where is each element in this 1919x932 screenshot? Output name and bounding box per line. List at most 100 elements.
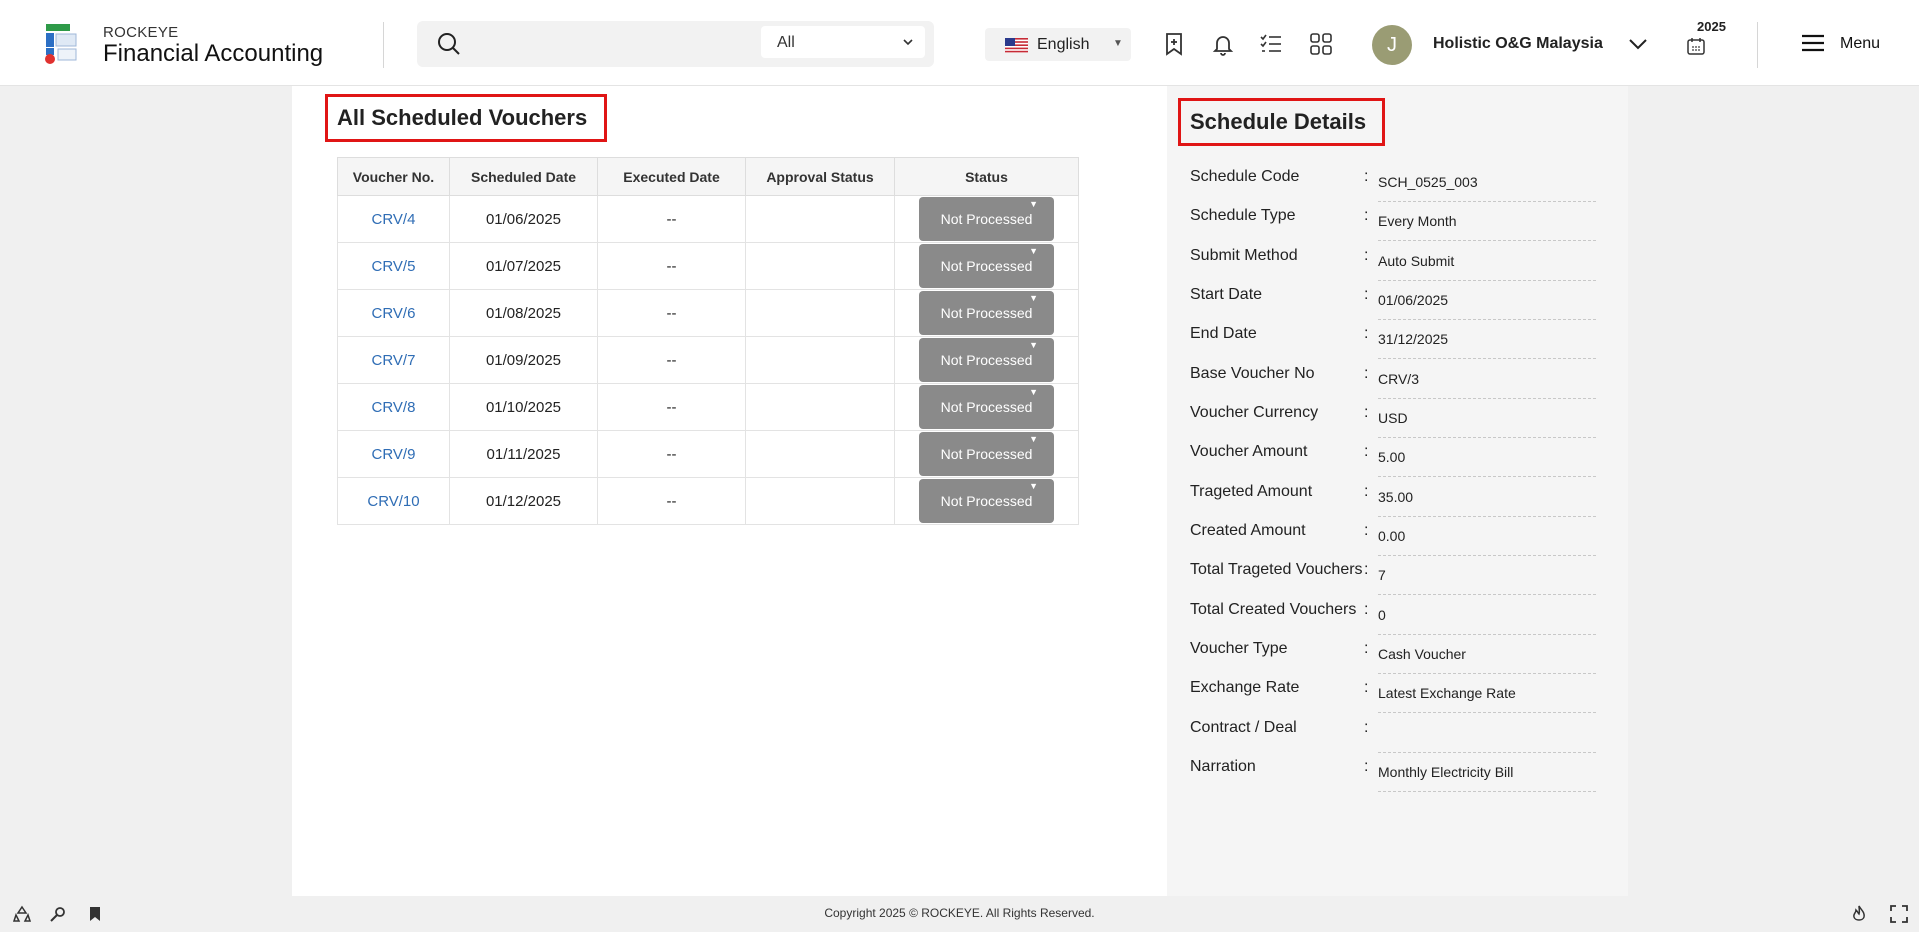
detail-value: CRV/3: [1378, 371, 1596, 399]
detail-label: Contract / Deal: [1190, 719, 1297, 736]
detail-label: Total Created Vouchers: [1190, 601, 1357, 618]
search-filter-value: All: [777, 34, 795, 51]
vouchers-table: Voucher No. Scheduled Date Executed Date…: [337, 157, 1079, 525]
status-label: Not Processed: [940, 446, 1033, 462]
table-header-row: Voucher No. Scheduled Date Executed Date…: [337, 157, 1079, 196]
detail-label: Exchange Rate: [1190, 679, 1300, 696]
schedule-details-title: Schedule Details: [1178, 98, 1385, 146]
detail-value: USD: [1378, 410, 1596, 438]
executed-date: --: [597, 383, 746, 431]
voucher-link[interactable]: CRV/9: [372, 446, 416, 463]
detail-colon: :: [1364, 719, 1369, 736]
approval-status: [745, 336, 895, 384]
search-input[interactable]: [477, 29, 747, 59]
column-header: Scheduled Date: [449, 157, 598, 196]
voucher-link[interactable]: CRV/10: [367, 493, 419, 510]
executed-date: --: [597, 289, 746, 337]
apps-grid-icon[interactable]: [1308, 31, 1334, 57]
scheduled-date: 01/11/2025: [449, 430, 598, 478]
detail-colon: :: [1364, 483, 1369, 500]
approval-status: [745, 383, 895, 431]
hamburger-menu-icon[interactable]: [1802, 34, 1824, 52]
bookmark-add-icon[interactable]: [1161, 31, 1187, 57]
status-dropdown[interactable]: Not Processed ▼: [919, 291, 1054, 335]
voucher-link[interactable]: CRV/6: [372, 305, 416, 322]
column-header: Voucher No.: [337, 157, 450, 196]
detail-colon: :: [1364, 325, 1369, 342]
detail-colon: :: [1364, 679, 1369, 696]
status-label: Not Processed: [940, 493, 1033, 509]
scheduled-date: 01/12/2025: [449, 477, 598, 525]
company-name[interactable]: Holistic O&G Malaysia: [1433, 35, 1603, 53]
voucher-link[interactable]: CRV/7: [372, 352, 416, 369]
detail-colon: :: [1364, 247, 1369, 264]
table-row: CRV/7 01/09/2025 -- Not Processed ▼: [337, 336, 1079, 384]
table-row: CRV/4 01/06/2025 -- Not Processed ▼: [337, 195, 1079, 243]
search-icon[interactable]: [437, 32, 461, 56]
detail-colon: :: [1364, 168, 1369, 185]
scheduled-date: 01/08/2025: [449, 289, 598, 337]
approval-status: [745, 242, 895, 290]
status-dropdown[interactable]: Not Processed ▼: [919, 432, 1054, 476]
status-dropdown[interactable]: Not Processed ▼: [919, 338, 1054, 382]
caret-down-icon: ▼: [1029, 246, 1038, 256]
caret-down-icon: ▼: [1029, 199, 1038, 209]
caret-down-icon: ▼: [1029, 293, 1038, 303]
detail-value: SCH_0525_003: [1378, 174, 1596, 202]
column-header: Approval Status: [745, 157, 895, 196]
menu-button[interactable]: Menu: [1840, 35, 1880, 53]
detail-row-created-amount: Created Amount: 0.00: [1190, 516, 1600, 556]
detail-value: Monthly Electricity Bill: [1378, 764, 1596, 792]
status-label: Not Processed: [940, 305, 1033, 321]
header-divider: [1757, 22, 1758, 68]
detail-row-exchange-rate: Exchange Rate: Latest Exchange Rate: [1190, 673, 1600, 713]
us-flag-icon: [1005, 38, 1028, 53]
language-selector[interactable]: English ▼: [985, 28, 1131, 61]
approval-status: [745, 195, 895, 243]
detail-label: Schedule Code: [1190, 168, 1300, 185]
detail-row-schedule-type: Schedule Type: Every Month: [1190, 201, 1600, 241]
calendar-icon[interactable]: [1686, 36, 1706, 56]
detail-label: Created Amount: [1190, 522, 1306, 539]
detail-label: Submit Method: [1190, 247, 1298, 264]
bell-icon[interactable]: [1210, 31, 1236, 57]
fiscal-year-label: 2025: [1697, 19, 1726, 34]
flame-icon[interactable]: [1850, 905, 1868, 923]
detail-colon: :: [1364, 601, 1369, 618]
status-dropdown[interactable]: Not Processed ▼: [919, 479, 1054, 523]
chevron-down-icon[interactable]: [1627, 36, 1649, 52]
detail-value: 7: [1378, 567, 1596, 595]
avatar[interactable]: J: [1372, 25, 1412, 65]
status-dropdown[interactable]: Not Processed ▼: [919, 244, 1054, 288]
status-label: Not Processed: [940, 352, 1033, 368]
executed-date: --: [597, 195, 746, 243]
caret-down-icon: ▼: [1029, 481, 1038, 491]
detail-value: 01/06/2025: [1378, 292, 1596, 320]
approval-status: [745, 477, 895, 525]
scheduled-date: 01/06/2025: [449, 195, 598, 243]
footer: Copyright 2025 © ROCKEYE. All Rights Res…: [0, 897, 1919, 932]
checklist-icon[interactable]: [1258, 31, 1284, 57]
detail-label: Trageted Amount: [1190, 483, 1313, 500]
scheduled-date: 01/09/2025: [449, 336, 598, 384]
chevron-down-icon: [903, 39, 913, 46]
rockeye-logo[interactable]: [44, 24, 82, 64]
detail-label: Total Trageted Vouchers: [1190, 561, 1363, 578]
executed-date: --: [597, 477, 746, 525]
header-divider: [383, 22, 384, 68]
status-dropdown[interactable]: Not Processed ▼: [919, 197, 1054, 241]
detail-colon: :: [1364, 207, 1369, 224]
detail-value: 5.00: [1378, 449, 1596, 477]
status-label: Not Processed: [940, 399, 1033, 415]
search-filter-select[interactable]: All: [761, 26, 925, 58]
status-dropdown[interactable]: Not Processed ▼: [919, 385, 1054, 429]
search-bar: All: [417, 21, 934, 67]
scheduled-vouchers-title: All Scheduled Vouchers: [325, 94, 607, 142]
detail-row-base-voucher: Base Voucher No: CRV/3: [1190, 359, 1600, 399]
fullscreen-icon[interactable]: [1890, 905, 1908, 923]
detail-row-voucher-currency: Voucher Currency: USD: [1190, 398, 1600, 438]
voucher-link[interactable]: CRV/4: [372, 211, 416, 228]
voucher-link[interactable]: CRV/8: [372, 399, 416, 416]
voucher-link[interactable]: CRV/5: [372, 258, 416, 275]
status-label: Not Processed: [940, 211, 1033, 227]
